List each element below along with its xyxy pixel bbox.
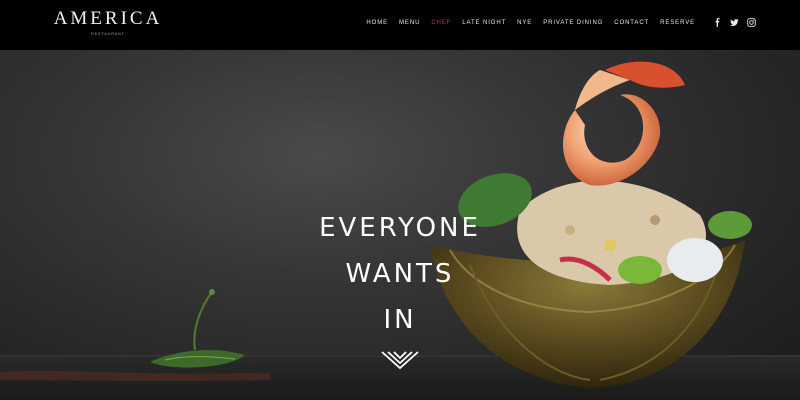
chevron-down-icon[interactable] bbox=[381, 350, 419, 370]
nav-item-contact[interactable]: CONTACT bbox=[614, 20, 649, 26]
headline-line-1: EVERYONE bbox=[319, 213, 481, 243]
hero-section: EVERYONE WANTS IN bbox=[0, 50, 800, 400]
navbar: AMERICA RESTAURANT HOME MENU CHEF LATE N… bbox=[0, 0, 800, 50]
nav-item-reserve[interactable]: RESERVE bbox=[660, 20, 695, 26]
hero-headline: EVERYONE WANTS IN bbox=[300, 205, 500, 343]
instagram-icon[interactable] bbox=[747, 18, 756, 27]
nav-item-private-dining[interactable]: PRIVATE DINING bbox=[543, 20, 603, 26]
nav-item-nye[interactable]: NYE bbox=[517, 20, 532, 26]
nav-item-home[interactable]: HOME bbox=[366, 20, 388, 26]
twitter-icon[interactable] bbox=[730, 18, 739, 27]
brand-subtitle: RESTAURANT bbox=[91, 32, 125, 36]
shrimp bbox=[563, 61, 685, 186]
nav-item-late-night[interactable]: LATE NIGHT bbox=[462, 20, 506, 26]
headline-line-3: IN bbox=[383, 305, 417, 335]
facebook-icon[interactable] bbox=[713, 18, 722, 27]
brand-name: AMERICA bbox=[53, 8, 163, 29]
headline-line-2: WANTS bbox=[345, 259, 455, 289]
brand-logo[interactable]: AMERICA RESTAURANT bbox=[50, 8, 166, 37]
nav-item-chef[interactable]: CHEF bbox=[431, 20, 451, 26]
main-nav: HOME MENU CHEF LATE NIGHT NYE PRIVATE DI… bbox=[355, 18, 756, 27]
nav-item-menu[interactable]: MENU bbox=[399, 20, 420, 26]
social-links bbox=[705, 18, 756, 27]
